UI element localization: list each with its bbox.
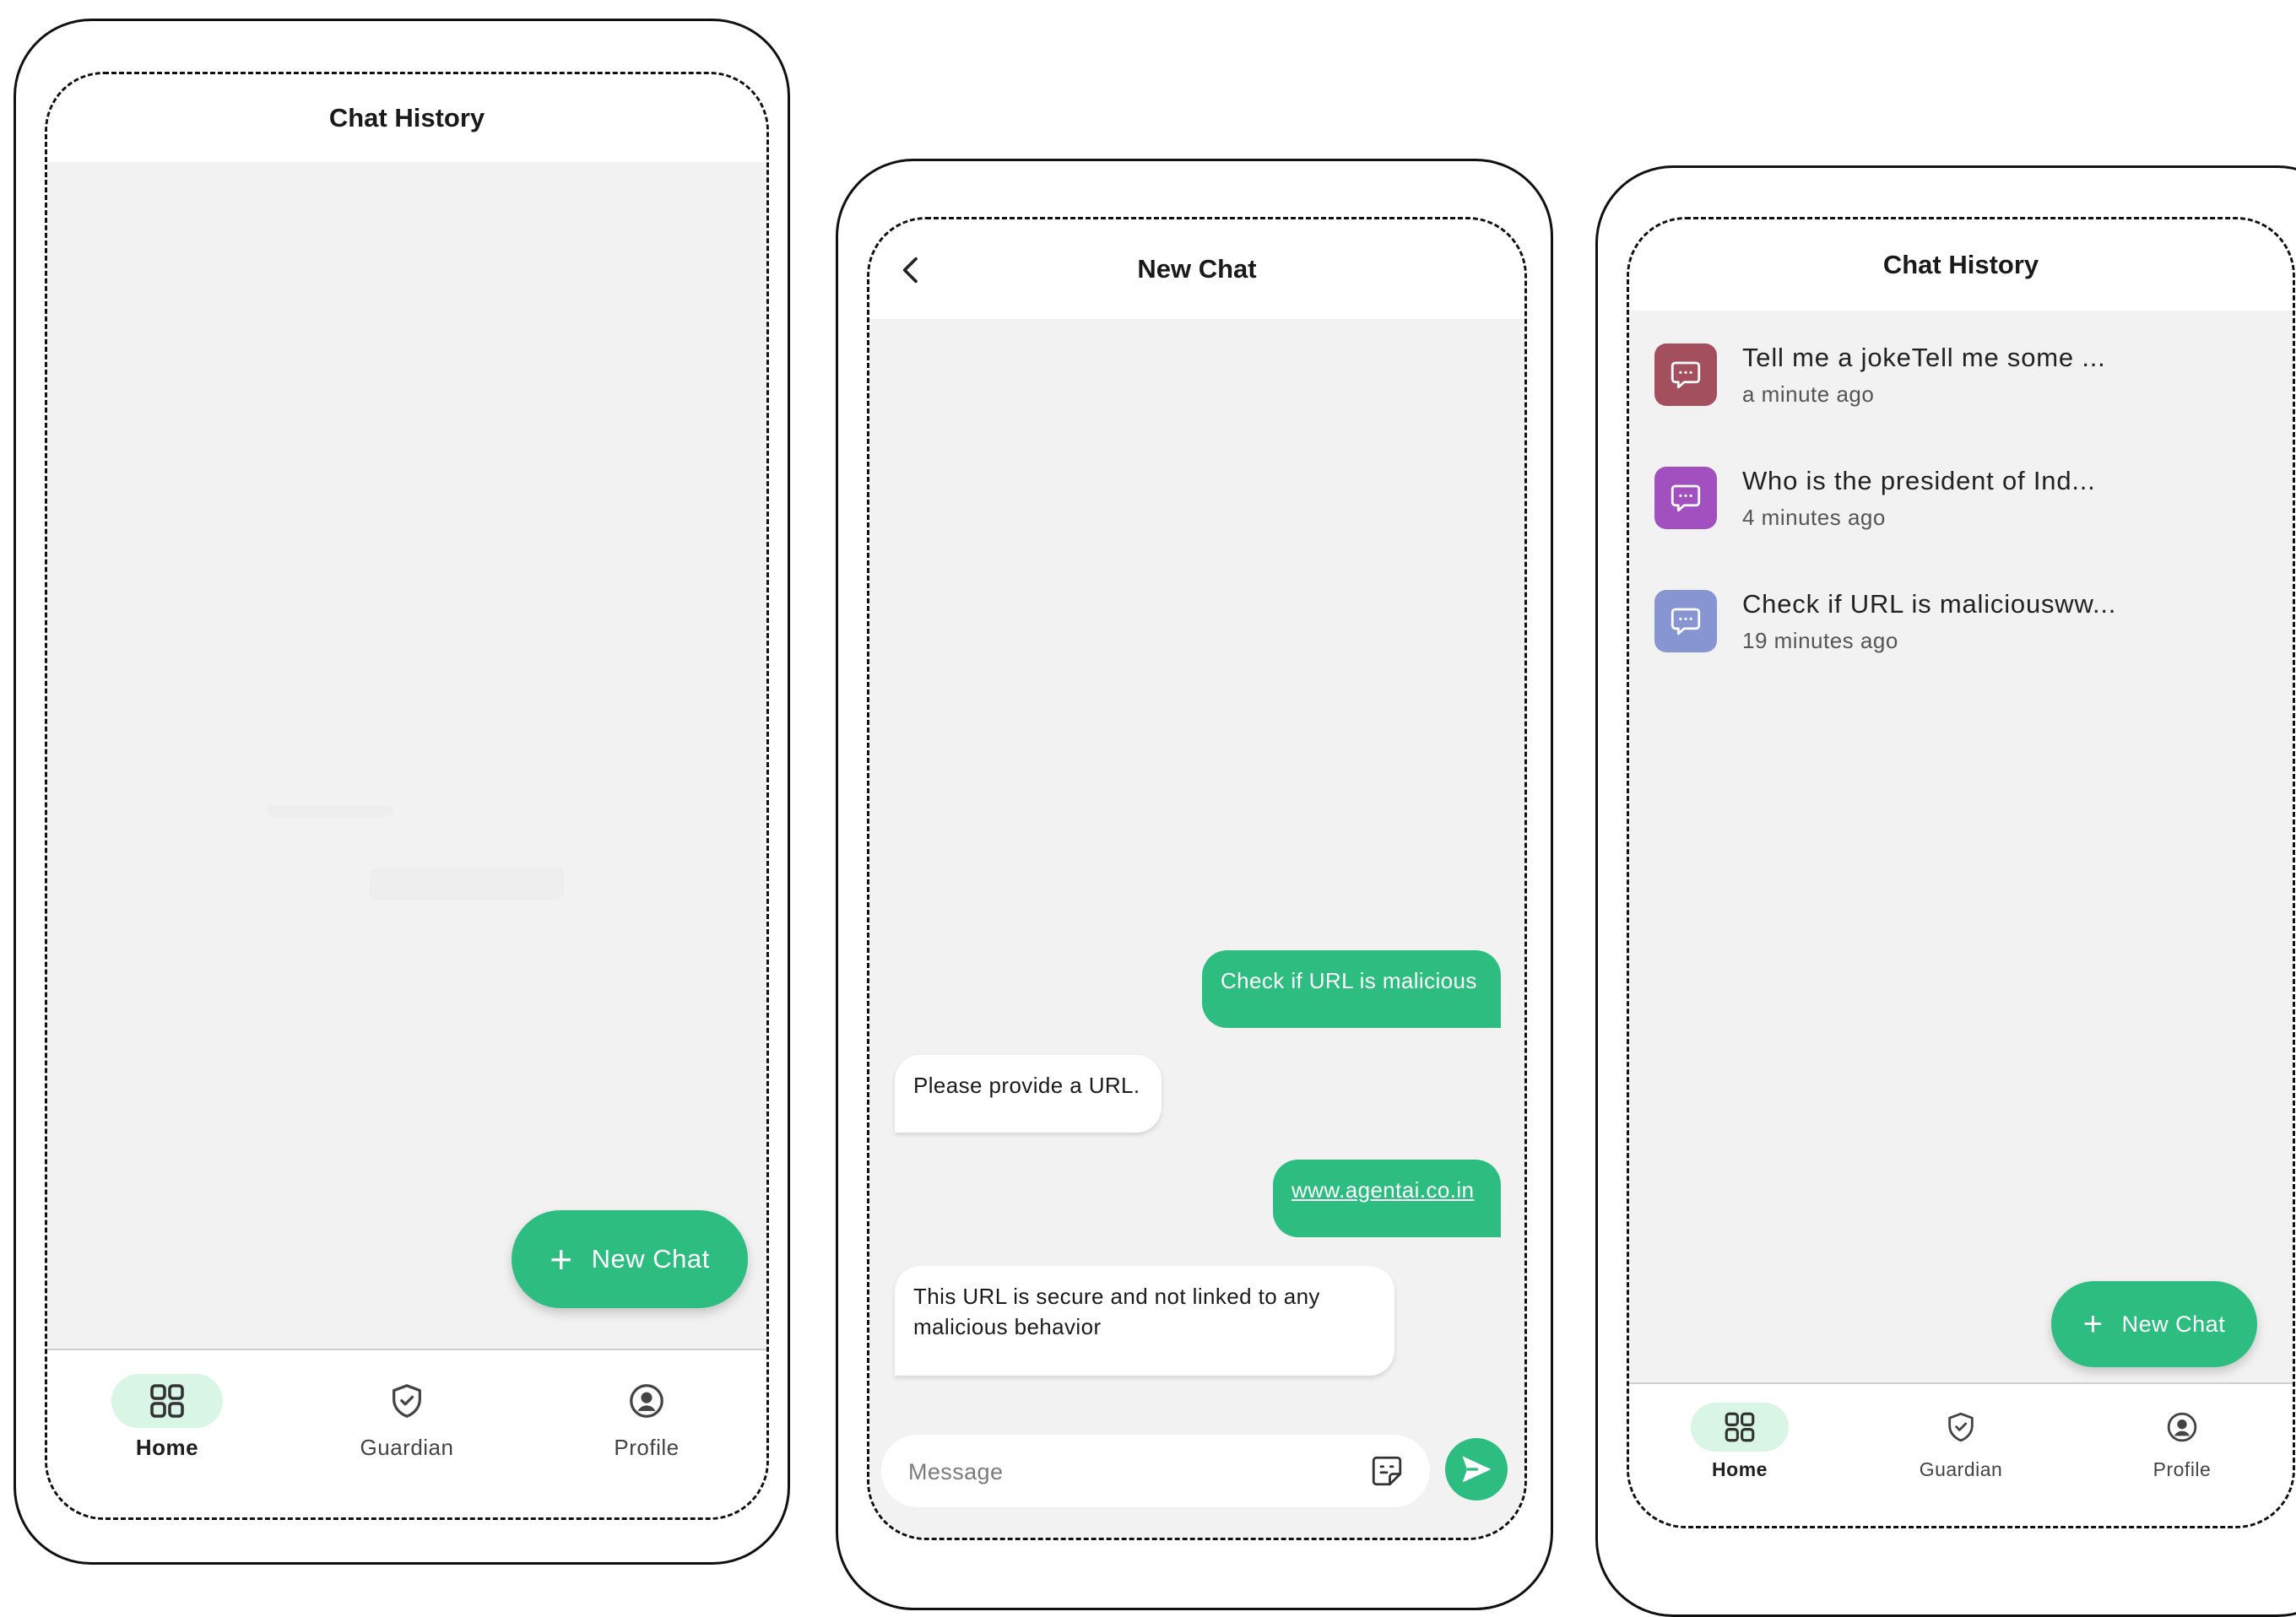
user-circle-icon	[630, 1384, 663, 1418]
nav-guardian-pill	[1912, 1403, 2010, 1452]
nav-guardian-pill	[351, 1374, 463, 1428]
loading-placeholder-button	[370, 868, 564, 900]
app-bar: Chat History	[1629, 219, 2293, 311]
page-title: Chat History	[1882, 250, 2039, 279]
grid-icon	[1725, 1412, 1755, 1442]
new-chat-button[interactable]: + New Chat	[2051, 1281, 2257, 1367]
history-title: Who is the president of Ind...	[1742, 465, 2096, 495]
content-area: + New Chat	[47, 162, 766, 1354]
nav-profile-pill	[2133, 1403, 2231, 1452]
app-bar: New Chat	[869, 219, 1524, 319]
history-item[interactable]: Tell me a jokeTell me some ... a minute …	[1654, 333, 2106, 417]
nav-home-pill	[1691, 1403, 1789, 1452]
screen-new-chat: New Chat Check if URL is malicious Pleas…	[867, 217, 1527, 1540]
send-button[interactable]	[1445, 1438, 1508, 1501]
bottom-nav: Home Guardian Profile	[1629, 1382, 2293, 1526]
message-link-url[interactable]: www.agentai.co.in	[1273, 1160, 1501, 1237]
phone-frame-new-chat: New Chat Check if URL is malicious Pleas…	[836, 159, 1553, 1610]
back-arrow-icon[interactable]	[895, 253, 929, 291]
sticker-icon[interactable]	[1369, 1453, 1405, 1493]
page-title: New Chat	[1137, 254, 1257, 284]
nav-item-home[interactable]: Home	[1655, 1384, 1824, 1526]
history-item[interactable]: Check if URL is maliciousww... 19 minute…	[1654, 579, 2116, 663]
chat-bubble-icon	[1654, 343, 1717, 406]
phone-frame-chat-history: Chat History Tell me a jokeTell me some …	[1595, 165, 2296, 1617]
nav-item-guardian[interactable]: Guardian	[322, 1350, 491, 1517]
new-chat-label: New Chat	[591, 1244, 710, 1274]
message-bubble-bot: This URL is secure and not linked to any…	[895, 1266, 1394, 1376]
message-composer	[869, 1411, 1524, 1538]
nav-label-guardian: Guardian	[1919, 1458, 2003, 1480]
screen-chat-history: Chat History Tell me a jokeTell me some …	[1627, 217, 2295, 1528]
nav-label-guardian: Guardian	[360, 1435, 454, 1460]
nav-item-home[interactable]: Home	[83, 1350, 252, 1517]
grid-icon	[150, 1384, 184, 1418]
message-list: Check if URL is malicious Please provide…	[869, 319, 1524, 1416]
history-list: Tell me a jokeTell me some ... a minute …	[1629, 311, 2293, 1389]
shield-check-icon	[1948, 1412, 1974, 1442]
app-bar: Chat History	[47, 74, 766, 162]
history-title: Check if URL is maliciousww...	[1742, 588, 2117, 619]
plus-icon: +	[550, 1237, 573, 1281]
history-timestamp: a minute ago	[1742, 381, 1875, 407]
user-circle-icon	[2167, 1412, 2197, 1442]
nav-label-home: Home	[1712, 1458, 1768, 1480]
message-input[interactable]	[907, 1452, 1349, 1492]
chat-bubble-icon	[1654, 590, 1717, 652]
nav-item-profile[interactable]: Profile	[2098, 1384, 2266, 1526]
shield-check-icon	[393, 1384, 421, 1418]
screen-chat-history-empty: Chat History + New Chat Home Guardian Pr…	[45, 72, 769, 1520]
history-timestamp: 4 minutes ago	[1742, 504, 1886, 530]
chat-bubble-icon	[1654, 467, 1717, 529]
send-icon	[1462, 1456, 1492, 1483]
nav-label-profile: Profile	[614, 1435, 680, 1460]
plus-icon: +	[2082, 1306, 2104, 1343]
history-title: Tell me a jokeTell me some ...	[1742, 342, 2106, 372]
new-chat-label: New Chat	[2121, 1311, 2226, 1337]
message-bubble-user: Check if URL is malicious	[1202, 950, 1501, 1028]
nav-home-pill	[111, 1374, 223, 1428]
nav-item-guardian[interactable]: Guardian	[1876, 1384, 2045, 1526]
history-timestamp: 19 minutes ago	[1742, 627, 1898, 653]
loading-placeholder-line	[267, 805, 393, 817]
new-chat-button[interactable]: + New Chat	[512, 1210, 748, 1308]
nav-profile-pill	[591, 1374, 702, 1428]
page-title: Chat History	[328, 103, 485, 132]
nav-label-home: Home	[135, 1435, 199, 1460]
phone-frame-chat-history-empty: Chat History + New Chat Home Guardian Pr…	[14, 19, 790, 1565]
bottom-nav: Home Guardian Profile	[47, 1349, 766, 1517]
history-item[interactable]: Who is the president of Ind... 4 minutes…	[1654, 456, 2096, 540]
nav-label-profile: Profile	[2152, 1458, 2212, 1480]
message-field	[881, 1435, 1430, 1507]
nav-item-profile[interactable]: Profile	[562, 1350, 731, 1517]
message-bubble-bot: Please provide a URL.	[895, 1055, 1162, 1133]
